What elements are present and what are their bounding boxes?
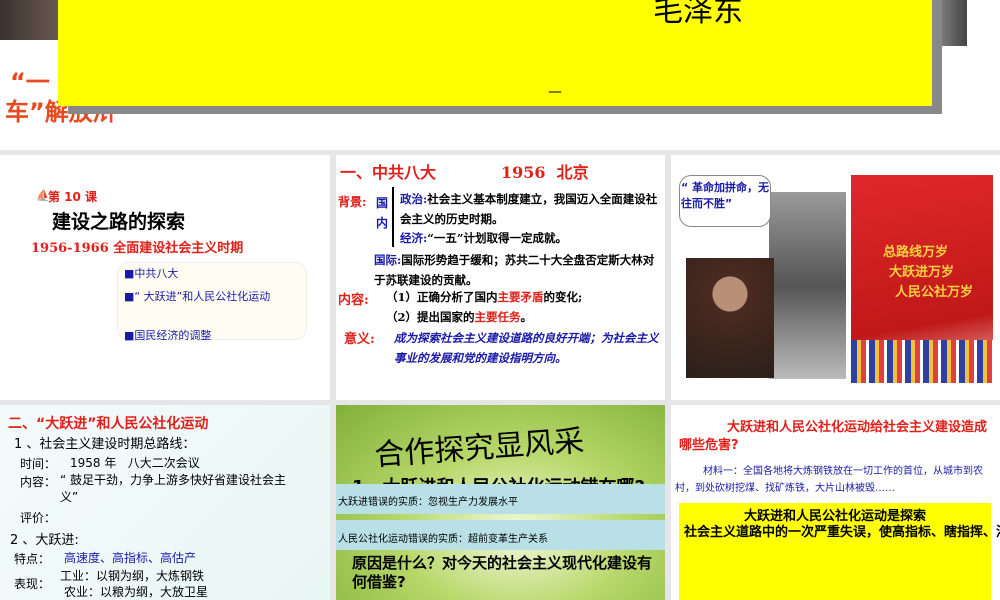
time-value: 1958 年 八大二次会议 xyxy=(70,456,200,470)
bar1-text: 大跃进错误的实质：忽视生产力发展水平 xyxy=(338,497,518,508)
economy: “一五”计划取得一定成就。 xyxy=(427,231,567,245)
congress-heading: 一、中共八大 xyxy=(340,163,437,182)
c1c: 的变化; xyxy=(543,290,583,304)
slide-title[interactable]: ⛵ 第 10 课 建设之路的探索 1956-1966 全面建设社会主义时期 ■中… xyxy=(0,155,330,400)
banner-line: 大跃进万岁 xyxy=(889,265,955,280)
intl-text: 国际:国际形势趋于缓和；苏共二十大全盘否定斯大林对于苏联建设的贡献。 xyxy=(374,250,664,290)
outline-item: ■中共八大 xyxy=(124,267,179,280)
answer-bar-1: 大跃进错误的实质：忽视生产力发展水平 xyxy=(336,484,665,514)
banner-line: 人民公社万岁 xyxy=(895,285,974,300)
content-1: （1）正确分析了国内主要矛盾的变化; xyxy=(386,289,582,305)
c2c: 。 xyxy=(520,310,533,324)
lesson-number: 第 10 课 xyxy=(48,190,98,204)
perf-1: 工业：以钢为纲，大炼钢铁 xyxy=(60,569,205,583)
quote-author: 毛泽东 xyxy=(653,0,743,29)
red-flag-poster: 总路线万岁 大跃进万岁 人民公社万岁 xyxy=(851,175,993,383)
marching-crowd xyxy=(851,340,993,383)
slide-mao-quote[interactable]: “一 车”解放浒 毛泽东 — xyxy=(0,0,1000,150)
mao-portrait xyxy=(686,258,774,378)
perf-label: 表现： xyxy=(14,577,51,591)
economy-text: 经济:“一五”计划取得一定成就。 xyxy=(400,230,567,246)
c2a: （2）提出国家的 xyxy=(386,310,475,324)
discuss-question: 原因是什么？对今天的社会主义现代化建设有何借鉴? xyxy=(352,554,653,591)
politics-label: 政治: xyxy=(400,192,428,206)
feature-label: 特点： xyxy=(14,552,51,566)
economy-label: 经济: xyxy=(400,231,428,245)
outline-item: ■国民经济的调整 xyxy=(124,329,212,342)
bg-label: 背景: xyxy=(338,195,367,209)
congress-year: 1956 北京 xyxy=(501,163,589,182)
slide-subtitle: 1956-1966 全面建设社会主义时期 xyxy=(31,241,244,256)
bar2-text: 人民公社化运动错误的实质：超前变革生产关系 xyxy=(338,534,548,545)
meaning-label: 意义: xyxy=(344,332,375,347)
line2: 2 、大跃进: xyxy=(10,533,79,548)
banner-line: 总路线万岁 xyxy=(883,245,949,260)
material-text: 材料一：全国各地将大炼钢铁放在一切工作的首位，从城市到农村，到处砍树挖煤、找矿炼… xyxy=(675,466,983,494)
content-label: 内容: xyxy=(338,293,369,308)
feature-value: 高速度、高指标、高估产 xyxy=(64,551,197,565)
content-2: （2）提出国家的主要任务。 xyxy=(386,309,532,325)
c2b: 主要任务 xyxy=(474,310,521,324)
intl: 国际形势趋于缓和；苏共二十大全盘否定斯大林对于苏联建设的贡献。 xyxy=(374,253,655,287)
intl-label: 国际: xyxy=(374,253,402,267)
line1: 1 、社会主义建设时期总路线： xyxy=(14,437,196,452)
discuss-title: 合作探究显风采 xyxy=(373,423,586,474)
photo-left xyxy=(0,0,60,40)
slide-eighth-congress[interactable]: 一、中共八大 1956 北京 背景: 国内 政治:社会主义基本制度建立，我国迈入… xyxy=(336,155,665,400)
meaning-text: 成为探索社会主义建设道路的良好开端；为社会主义事业的发展和党的建设指明方向。 xyxy=(394,331,659,365)
outline-item: ■“ 大跃进”和人民公社化运动 xyxy=(124,290,271,303)
politics-text: 政治:社会主义基本制度建立，我国迈入全面建设社会主义的历史时期。 xyxy=(400,189,662,229)
content-value: “ 鼓足干劲，力争上游多快好省建设社会主义” xyxy=(60,473,287,504)
answer-bar-2: 人民公社化运动错误的实质：超前变革生产关系 xyxy=(336,520,665,550)
slide-heading: 建设之路的探索 xyxy=(52,211,186,233)
brace xyxy=(392,187,398,247)
c1b: 主要矛盾 xyxy=(497,290,544,304)
crowd-photo xyxy=(769,192,846,379)
perf-2: 农业：以粮为纲，大放卫星 xyxy=(64,585,209,599)
leap-heading: 二、“大跃进”和人民公社化运动 xyxy=(8,416,209,432)
domestic-label: 国内 xyxy=(376,196,389,230)
quote-dash: — xyxy=(548,84,562,100)
slide-discussion[interactable]: 合作探究显风采 1、大跃进和人民公社化运动错在哪? 大跃进错误的实质：忽视生产力… xyxy=(336,405,665,600)
eval-label: 评价： xyxy=(20,511,57,525)
slide-propaganda-images[interactable]: “ 革命加拼命，无往而不胜” 总路线万岁 大跃进万岁 人民公社万岁 xyxy=(671,155,1000,400)
conclusion-box: 大跃进和人民公社化运动是探索 社会主义道路中的一次严重失误，使高指标、瞎指挥、浮… xyxy=(679,503,1000,600)
politics: 社会主义基本制度建立，我国迈入全面建设社会主义的历史时期。 xyxy=(400,192,658,226)
box-text: 社会主义道路中的一次严重失误，使高指标、瞎指挥、浮夸风和“共产风”左倾错误严重泛… xyxy=(684,525,1000,540)
content-label: 内容： xyxy=(20,475,57,489)
time-label: 时间： xyxy=(20,457,57,471)
slide-great-leap[interactable]: 二、“大跃进”和人民公社化运动 1 、社会主义建设时期总路线： 时间： 1958… xyxy=(0,405,330,600)
c1a: （1）正确分析了国内 xyxy=(386,290,498,304)
slide-harms[interactable]: 大跃进和人民公社化运动给社会主义建设造成哪些危害? 材料一：全国各地将大炼钢铁放… xyxy=(671,405,1000,600)
bubble-text: “ 革命加拼命，无往而不胜” xyxy=(681,181,770,210)
harm-question: 大跃进和人民公社化运动给社会主义建设造成哪些危害? xyxy=(679,420,988,453)
box-title: 大跃进和人民公社化运动是探索 xyxy=(743,509,926,524)
yellow-quote-box: 毛泽东 — xyxy=(58,0,932,106)
